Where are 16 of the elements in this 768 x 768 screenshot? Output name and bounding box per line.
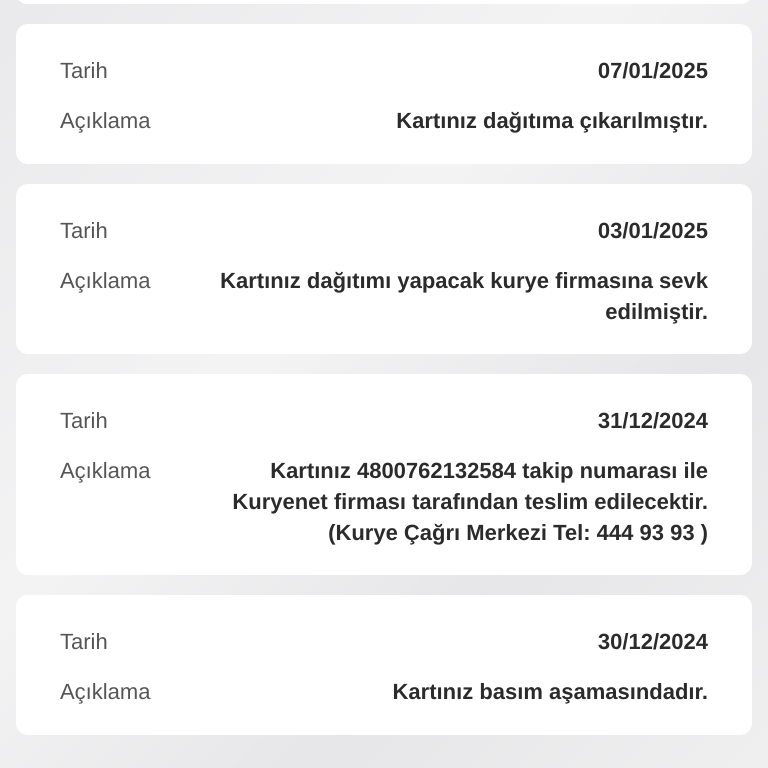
field-value: 31/12/2024 — [596, 407, 708, 435]
field-label: Açıklama — [60, 107, 152, 135]
field-label: Açıklama — [60, 267, 152, 295]
field-value: Kartınız dağıtıma çıkarılmıştır. — [395, 107, 708, 135]
field-label: Tarih — [60, 407, 109, 435]
field-value: Kartınız 4800762132584 takip numarası ile Kuryenet firması tarafından teslim edilecektir.(Kurye Çağrı Merkezi Tel: 444 93 93 ) — [231, 457, 708, 547]
field-value: 07/01/2025 — [596, 57, 708, 85]
field-label: Açıklama — [60, 457, 152, 485]
field-label: Tarih — [60, 628, 109, 656]
field-value: 30/12/2024 — [596, 628, 708, 656]
field-value: Kartınız dağıtımı yapacak kurye firmasına sevk edilmiştir. — [219, 267, 708, 326]
field-label: Açıklama — [60, 678, 152, 706]
field-value: 03/01/2025 — [596, 217, 708, 245]
field-label: Tarih — [60, 57, 109, 85]
field-label: Tarih — [60, 217, 109, 245]
field-value: Kartınız basım aşamasındadır. — [392, 678, 708, 706]
